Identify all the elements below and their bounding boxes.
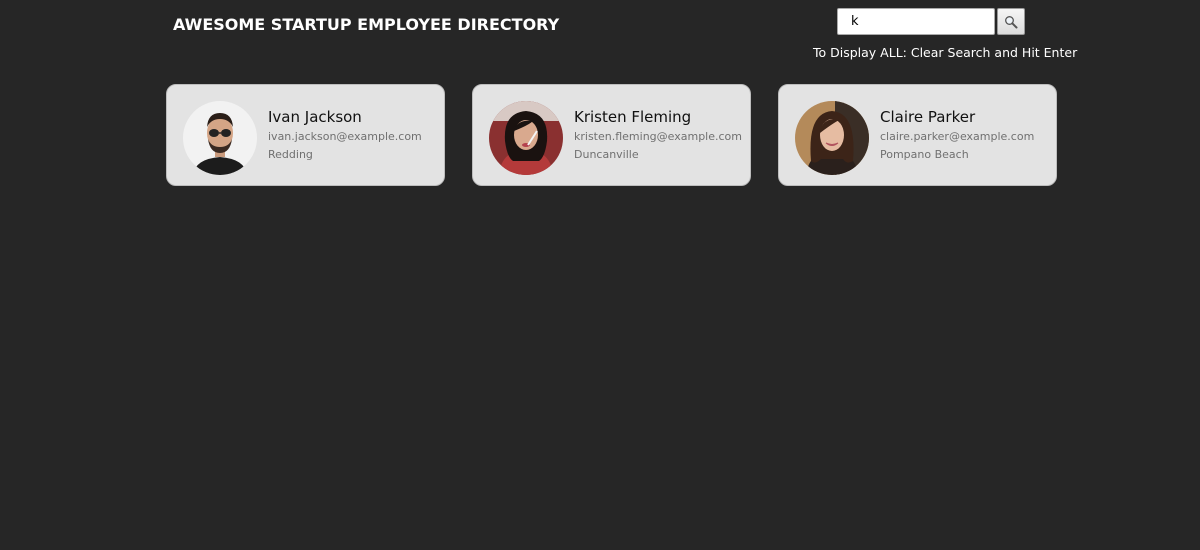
employee-email: claire.parker@example.com	[880, 130, 1035, 143]
employee-email: kristen.fleming@example.com	[574, 130, 742, 143]
search-input[interactable]	[837, 8, 995, 35]
magnifier-icon	[1005, 15, 1018, 28]
employee-card[interactable]: Kristen Fleming kristen.fleming@example.…	[472, 84, 751, 186]
search-button[interactable]	[997, 8, 1025, 35]
employee-name: Claire Parker	[880, 108, 976, 126]
employee-email: ivan.jackson@example.com	[268, 130, 422, 143]
employee-name: Ivan Jackson	[268, 108, 362, 126]
employee-card[interactable]: Claire Parker claire.parker@example.com …	[778, 84, 1057, 186]
avatar	[489, 101, 563, 175]
avatar	[795, 101, 869, 175]
employee-card[interactable]: Ivan Jackson ivan.jackson@example.com Re…	[166, 84, 445, 186]
avatar	[183, 101, 257, 175]
page-title: AWESOME STARTUP EMPLOYEE DIRECTORY	[173, 15, 560, 34]
employee-city: Pompano Beach	[880, 148, 969, 161]
employee-name: Kristen Fleming	[574, 108, 692, 126]
employee-city: Duncanville	[574, 148, 639, 161]
search-hint: To Display ALL: Clear Search and Hit Ent…	[813, 45, 1078, 60]
employee-city: Redding	[268, 148, 313, 161]
